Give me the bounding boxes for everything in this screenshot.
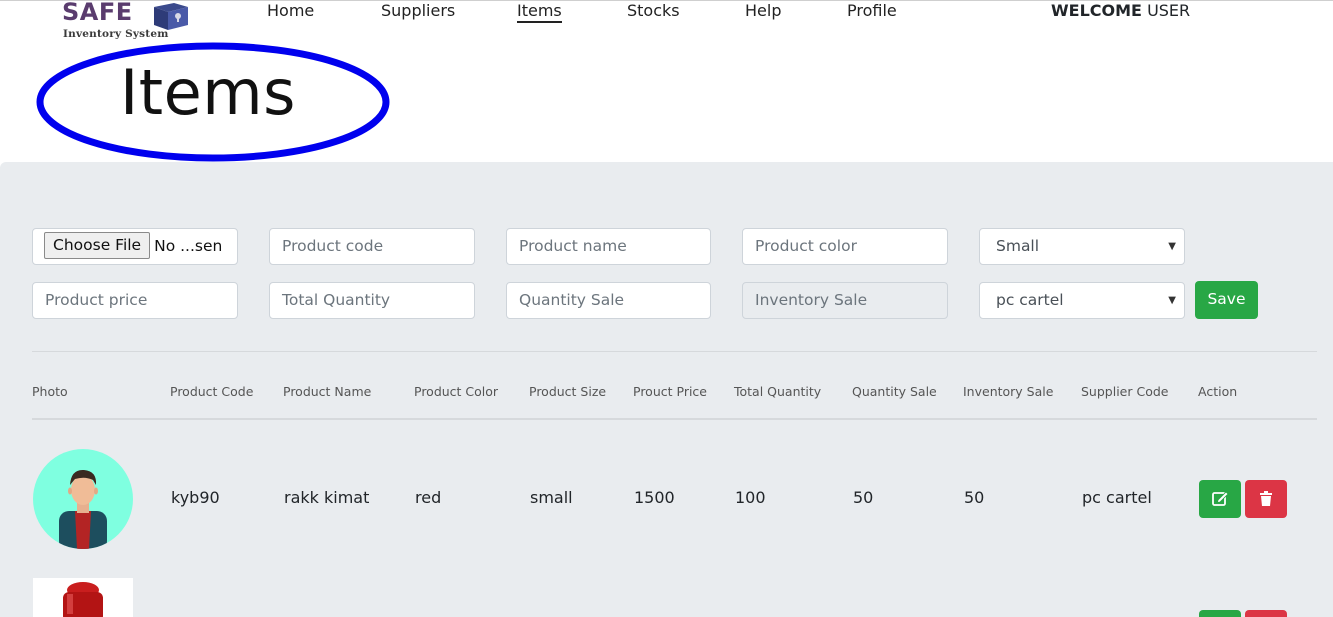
product-name-input[interactable]: Product name [506, 228, 711, 265]
cell-product-color: red [415, 488, 442, 507]
total-quantity-input[interactable]: Total Quantity [269, 282, 475, 319]
brand-name: SAFE [62, 0, 133, 26]
cell-supplier-code: pc cartel [1082, 488, 1152, 507]
cell-product-name: rakk kimat [284, 488, 370, 507]
choose-file-button[interactable]: Choose File [44, 231, 151, 259]
cell-quantity-sale: 50 [853, 488, 874, 507]
header-product-size: Product Size [529, 384, 607, 399]
nav-items[interactable]: Items [517, 1, 562, 23]
product-size-value: Small [996, 237, 1040, 255]
delete-button[interactable] [1245, 610, 1287, 617]
page-title: Items [120, 56, 296, 129]
supplier-value: pc cartel [996, 291, 1064, 309]
welcome-label: WELCOME [1051, 1, 1142, 20]
cell-inventory-sale: 50 [964, 488, 985, 507]
header-supplier-code: Supplier Code [1081, 384, 1169, 399]
top-navbar: SAFE Inventory System Home Suppliers Ite… [0, 0, 1333, 44]
header-product-color: Product Color [414, 384, 499, 399]
save-button[interactable]: Save [1195, 281, 1258, 319]
cell-product-size: small [530, 488, 573, 507]
header-total-quantity: Total Quantity [734, 384, 822, 399]
edit-button[interactable] [1199, 480, 1241, 518]
header-inventory-sale: Inventory Sale [963, 384, 1054, 399]
product-size-select[interactable]: Small ▼ [979, 228, 1185, 265]
welcome-user: USER [1147, 1, 1191, 20]
cell-product-price: 1500 [634, 488, 675, 507]
header-quantity-sale: Quantity Sale [852, 384, 937, 399]
safe-box-icon [154, 3, 188, 30]
welcome-message: WELCOME USER [1051, 1, 1190, 20]
nav-profile[interactable]: Profile [847, 1, 897, 20]
nav-home[interactable]: Home [267, 1, 314, 20]
brand-logo[interactable]: SAFE Inventory System [60, 0, 200, 43]
inventory-sale-input: Inventory Sale [742, 282, 948, 319]
product-color-input[interactable]: Product color [742, 228, 948, 265]
header-product-name: Product Name [283, 384, 372, 399]
product-code-input[interactable]: Product code [269, 228, 475, 265]
delete-button[interactable] [1245, 480, 1287, 518]
cell-total-quantity: 100 [735, 488, 766, 507]
photo-file-input[interactable]: Choose File No ...sen [32, 228, 238, 265]
product-photo [63, 582, 103, 617]
nav-suppliers[interactable]: Suppliers [381, 1, 455, 20]
header-product-price: Prouct Price [633, 384, 707, 399]
header-photo: Photo [32, 384, 68, 399]
cell-product-code: kyb90 [171, 488, 220, 507]
dropdown-caret-icon: ▼ [1168, 241, 1176, 252]
nav-help[interactable]: Help [745, 1, 781, 20]
table-header-divider [32, 418, 1317, 420]
dropdown-caret-icon: ▼ [1168, 295, 1176, 306]
header-action: Action [1198, 384, 1238, 399]
red-product-image [33, 578, 133, 617]
nav-stocks[interactable]: Stocks [627, 1, 680, 20]
product-price-input[interactable]: Product price [32, 282, 238, 319]
brand-subtitle: Inventory System [63, 28, 169, 40]
edit-button[interactable] [1199, 610, 1241, 617]
quantity-sale-input[interactable]: Quantity Sale [506, 282, 711, 319]
supplier-select[interactable]: pc cartel ▼ [979, 282, 1185, 319]
file-status: No ...sen [154, 237, 223, 255]
person-avatar [33, 449, 133, 549]
header-product-code: Product Code [170, 384, 254, 399]
page-title-area: Items [36, 42, 390, 162]
trash-icon [1260, 491, 1272, 506]
edit-icon [1212, 491, 1229, 506]
person-avatar-icon [59, 469, 107, 549]
form-divider [32, 351, 1317, 352]
